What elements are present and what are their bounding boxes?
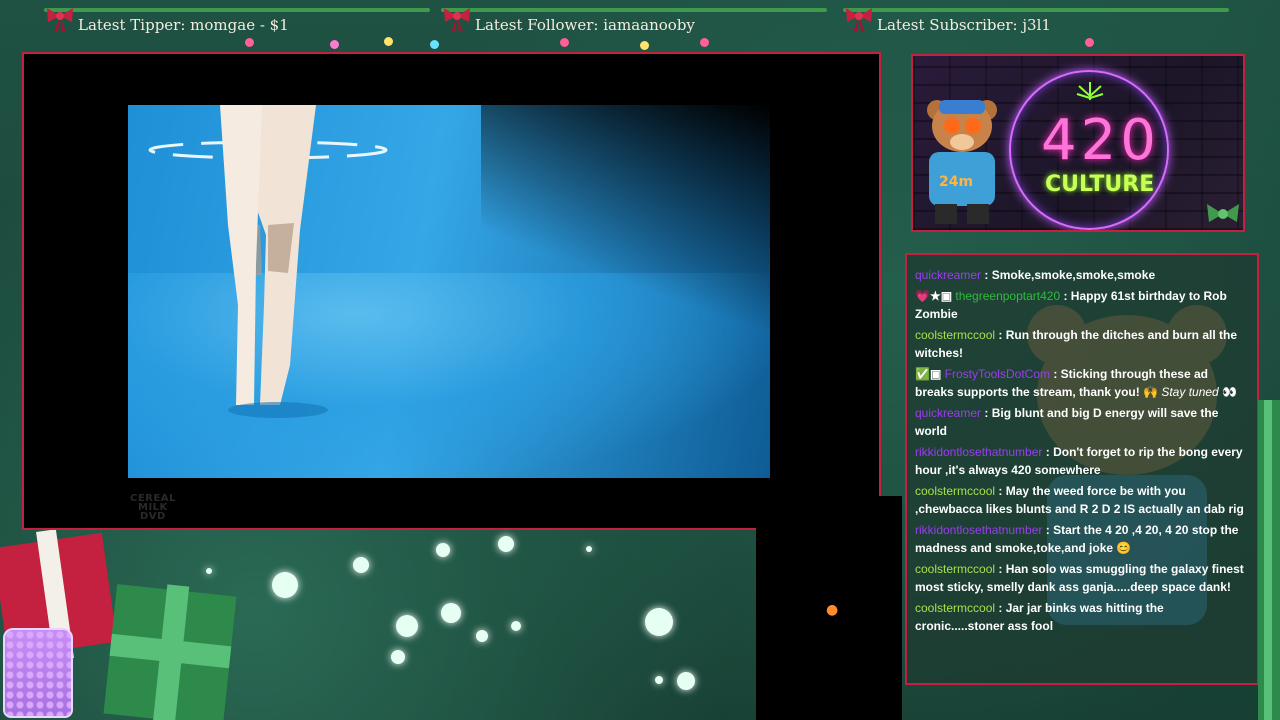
chat-username[interactable]: thegreenpoptart420 bbox=[955, 289, 1060, 303]
bokeh-light bbox=[436, 543, 450, 557]
bokeh-light bbox=[498, 536, 514, 552]
video-watermark: CEREAL MILK DVD bbox=[130, 493, 176, 522]
chat-message: coolstermccool : Han solo was smuggling … bbox=[915, 560, 1249, 596]
bokeh-light bbox=[645, 608, 673, 636]
string-light bbox=[330, 40, 339, 49]
chat-message: coolstermccool : Jar jar binks was hitti… bbox=[915, 599, 1249, 635]
bow-icon bbox=[444, 8, 470, 32]
latest-tipper-text: Latest Tipper: momgae - $1 bbox=[78, 16, 289, 34]
video-figure bbox=[148, 105, 388, 418]
latest-tipper-bar: Latest Tipper: momgae - $1 bbox=[44, 6, 430, 44]
chat-username[interactable]: coolstermccool bbox=[915, 484, 995, 498]
latest-follower-bar: Latest Follower: iamaanooby bbox=[441, 6, 827, 44]
bokeh-light bbox=[353, 557, 369, 573]
chat-message: quickreamer : Big blunt and big D energy… bbox=[915, 404, 1249, 440]
ticker-line bbox=[44, 8, 430, 12]
badge-icons: ✅▣ bbox=[915, 367, 945, 381]
string-light bbox=[384, 37, 393, 46]
side-gift-icon bbox=[1258, 400, 1280, 720]
ticker-line bbox=[843, 8, 1229, 12]
latest-follower-text: Latest Follower: iamaanooby bbox=[475, 16, 695, 34]
chat-message: ✅▣ FrostyToolsDotCom : Sticking through … bbox=[915, 365, 1249, 401]
bokeh-light bbox=[441, 603, 461, 623]
badge-icons: 💗★▣ bbox=[915, 289, 956, 303]
bokeh-light bbox=[511, 621, 521, 631]
webcam-panel: 420 CULTURE 24m bbox=[911, 54, 1245, 232]
bow-icon bbox=[47, 8, 73, 32]
bokeh-light bbox=[391, 650, 405, 664]
ticker-line bbox=[441, 8, 827, 12]
video-frame-content bbox=[128, 105, 770, 478]
latest-subscriber-bar: Latest Subscriber: j3l1 bbox=[843, 6, 1229, 44]
bokeh-light bbox=[655, 676, 663, 684]
chat-username[interactable]: coolstermccool bbox=[915, 328, 995, 342]
latest-subscriber-text: Latest Subscriber: j3l1 bbox=[877, 16, 1051, 34]
eyes-icon: 👀 bbox=[1222, 385, 1238, 399]
chat-username[interactable]: rikkidontlosethatnumber bbox=[915, 445, 1042, 459]
chat-message: 💗★▣ thegreenpoptart420 : Happy 61st birt… bbox=[915, 287, 1249, 323]
bokeh-light bbox=[396, 615, 418, 637]
chat-italic-text: Stay tuned bbox=[1161, 385, 1219, 399]
chat-cutoff-line bbox=[915, 256, 1249, 266]
chat-message-list: quickreamer : Smoke,smoke,smoke,smoke 💗★… bbox=[915, 263, 1249, 638]
string-light bbox=[430, 40, 439, 49]
leaf-icon bbox=[1076, 82, 1104, 100]
bow-icon bbox=[1207, 204, 1239, 222]
string-light bbox=[700, 38, 709, 47]
string-light bbox=[560, 38, 569, 47]
mini-character-icon: ● bbox=[826, 602, 839, 618]
bokeh-light bbox=[586, 546, 592, 552]
bear-avatar-icon bbox=[927, 100, 997, 224]
chat-text: : Smoke,smoke,smoke,smoke bbox=[981, 268, 1156, 282]
chat-message: rikkidontlosethatnumber : Don't forget t… bbox=[915, 443, 1249, 479]
chat-username[interactable]: coolstermccool bbox=[915, 601, 995, 615]
bokeh-light bbox=[476, 630, 488, 642]
chat-username[interactable]: quickreamer bbox=[915, 406, 981, 420]
chat-username[interactable]: rikkidontlosethatnumber bbox=[915, 523, 1042, 537]
bokeh-light bbox=[272, 572, 298, 598]
chat-username[interactable]: coolstermccool bbox=[915, 562, 995, 576]
candy-jar-icon bbox=[3, 628, 73, 718]
chat-message: coolstermccool : Run through the ditches… bbox=[915, 326, 1249, 362]
timer-label: 24m bbox=[939, 174, 974, 190]
string-light bbox=[1085, 38, 1094, 47]
neon-culture-text: CULTURE bbox=[1045, 172, 1155, 197]
string-light bbox=[245, 38, 254, 47]
string-light bbox=[640, 41, 649, 50]
chat-message: quickreamer : Smoke,smoke,smoke,smoke bbox=[915, 266, 1249, 284]
video-player[interactable]: CEREAL MILK DVD bbox=[22, 52, 881, 530]
chat-panel[interactable]: quickreamer : Smoke,smoke,smoke,smoke 💗★… bbox=[905, 253, 1259, 685]
chat-message: rikkidontlosethatnumber : Start the 4 20… bbox=[915, 521, 1249, 557]
chat-username[interactable]: FrostyToolsDotCom bbox=[945, 367, 1050, 381]
chat-username[interactable]: quickreamer bbox=[915, 268, 981, 282]
bow-icon bbox=[846, 8, 872, 32]
neon-420-text: 420 bbox=[1041, 108, 1160, 173]
chat-message: coolstermccool : May the weed force be w… bbox=[915, 482, 1249, 518]
bokeh-light bbox=[677, 672, 695, 690]
